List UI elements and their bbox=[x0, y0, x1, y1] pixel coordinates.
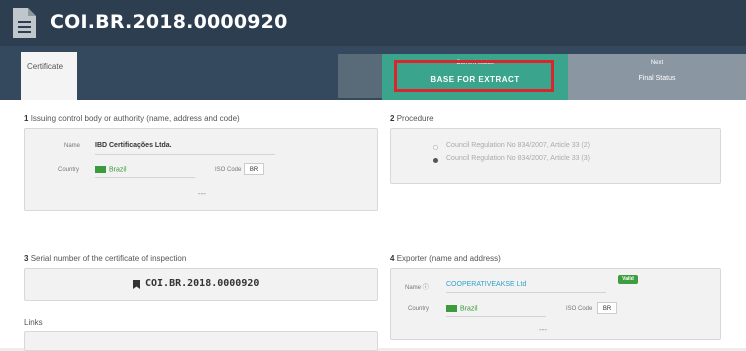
procedure-option-2[interactable]: Council Regulation No 834/2007, Article … bbox=[446, 155, 590, 162]
exporter-panel: Name ⓘ COOPERATIVEAKSE Ltd Country Brazi… bbox=[390, 268, 721, 340]
tab-certificate-label: Certificate bbox=[27, 62, 64, 71]
serial-number: COI.BR.2018.0000920 bbox=[145, 278, 260, 289]
section-3-title: 3 Serial number of the certificate of in… bbox=[24, 254, 187, 263]
brazil-flag-icon bbox=[446, 305, 457, 312]
valid-badge: Valid bbox=[618, 275, 638, 284]
links-title: Links bbox=[24, 318, 43, 327]
iso-code-field[interactable]: BR bbox=[244, 163, 264, 175]
procedure-radio-1[interactable] bbox=[433, 145, 438, 150]
section-1-title: 1 Issuing control body or authority (nam… bbox=[24, 114, 240, 123]
procedure-radio-2[interactable] bbox=[433, 158, 438, 163]
status-spacer bbox=[338, 54, 382, 98]
document-icon bbox=[13, 8, 36, 38]
exporter-more-indicator[interactable]: --- bbox=[539, 325, 547, 334]
country-label: Country bbox=[58, 167, 80, 173]
next-status-value: Final Status bbox=[638, 75, 676, 82]
issuing-body-panel: Name IBD Certificações Ltda. Country Bra… bbox=[24, 128, 378, 211]
iso-label: ISO Code bbox=[215, 167, 242, 173]
exporter-country-value: Brazil bbox=[446, 305, 478, 312]
exporter-country-underline bbox=[446, 316, 546, 317]
links-panel bbox=[24, 331, 378, 351]
country-underline bbox=[95, 177, 195, 178]
bookmark-icon bbox=[133, 280, 140, 289]
issuer-name: IBD Certificações Ltda. bbox=[95, 142, 172, 149]
serial-panel: COI.BR.2018.0000920 bbox=[24, 268, 378, 301]
name-underline bbox=[95, 154, 275, 155]
next-status[interactable]: Next Final Status bbox=[568, 54, 746, 100]
section-4-title: 4 Exporter (name and address) bbox=[390, 254, 501, 263]
brazil-flag-icon bbox=[95, 166, 106, 173]
exporter-iso-label: ISO Code bbox=[566, 306, 593, 312]
next-status-label: Next bbox=[650, 60, 664, 66]
current-status[interactable]: Current status BASE FOR EXTRACT bbox=[382, 54, 568, 100]
app-header: COI.BR.2018.0000920 bbox=[0, 0, 746, 46]
tab-certificate[interactable]: Certificate bbox=[21, 52, 77, 100]
country-value: Brazil bbox=[95, 166, 127, 173]
procedure-panel: Council Regulation No 834/2007, Article … bbox=[390, 128, 721, 184]
exporter-name-underline bbox=[446, 292, 606, 293]
name-label: Name bbox=[64, 143, 81, 149]
section-2-title: 2 Procedure bbox=[390, 114, 434, 123]
current-status-value: BASE FOR EXTRACT bbox=[430, 75, 520, 84]
document-title: COI.BR.2018.0000920 bbox=[50, 11, 288, 33]
more-indicator[interactable]: --- bbox=[198, 189, 206, 198]
exporter-name-link[interactable]: COOPERATIVEAKSE Ltd bbox=[446, 281, 526, 288]
exporter-iso-field[interactable]: BR bbox=[597, 302, 617, 314]
procedure-option-1[interactable]: Council Regulation No 834/2007, Article … bbox=[446, 142, 590, 149]
exporter-name-label: Name ⓘ bbox=[405, 285, 429, 291]
exporter-country-label: Country bbox=[408, 306, 430, 312]
